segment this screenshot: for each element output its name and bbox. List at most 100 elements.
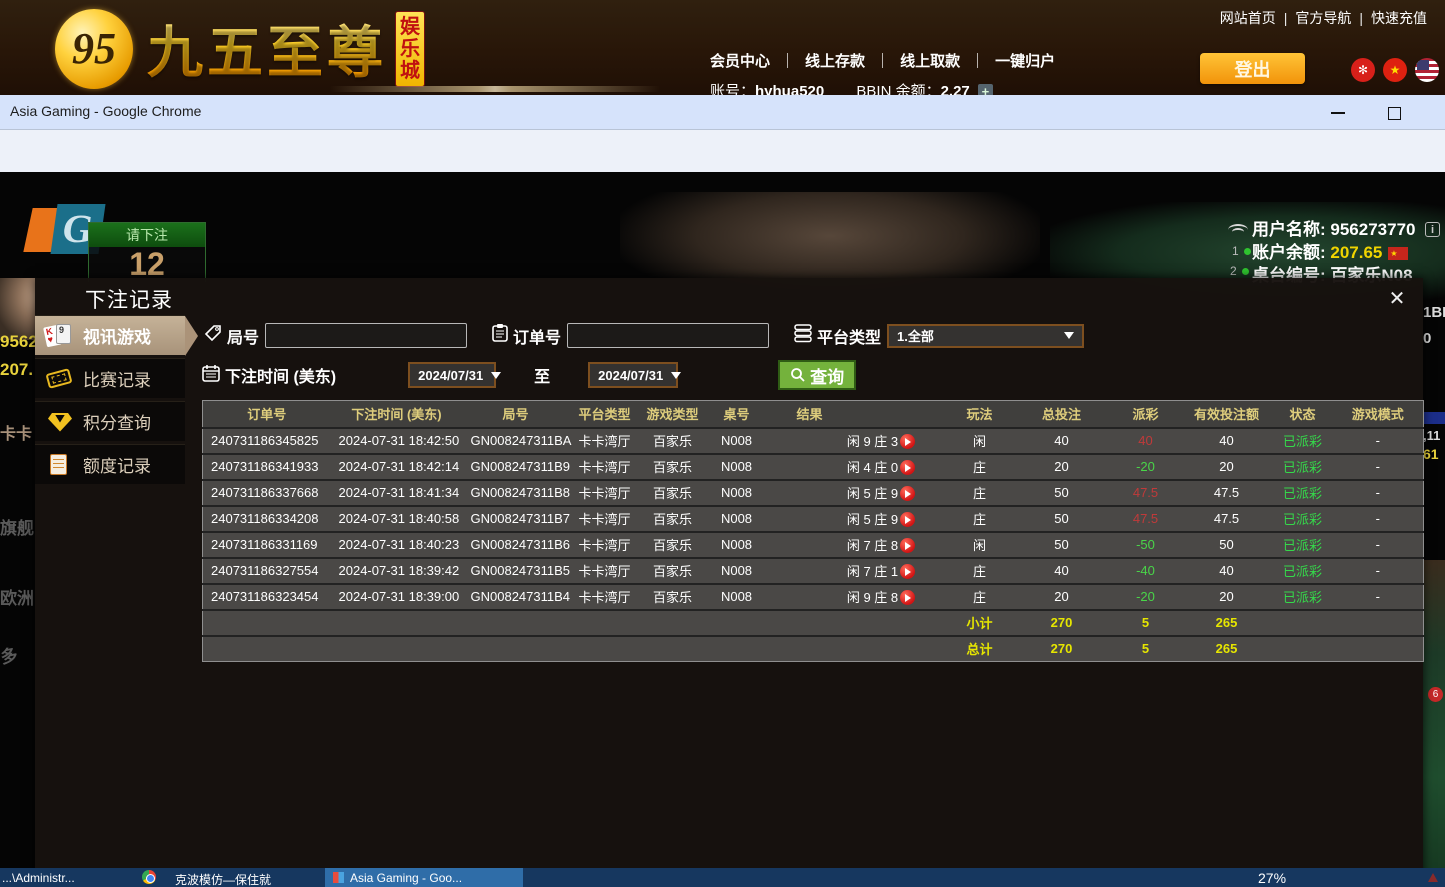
col-round: 局号 bbox=[463, 401, 569, 428]
cell-valid-bet: 47.5 bbox=[1181, 480, 1273, 506]
search-button[interactable]: 查询 bbox=[778, 360, 856, 390]
peek-text: ,11 bbox=[1423, 428, 1445, 443]
tab-quota-records[interactable]: 额度记录 bbox=[35, 444, 185, 484]
col-play: 玩法 bbox=[947, 401, 1013, 428]
subtotal-valid-bet: 265 bbox=[1181, 610, 1273, 636]
window-title: Asia Gaming - Google Chrome bbox=[10, 103, 201, 119]
table-body: 240731186345825 2024-07-31 18:42:50 GN00… bbox=[203, 428, 1424, 610]
cell-game: 百家乐 bbox=[641, 480, 705, 506]
us-flag-icon[interactable] bbox=[1415, 58, 1439, 82]
cell-round: GN008247311B8 bbox=[463, 480, 569, 506]
cell-result: 闲 5 庄 9 bbox=[769, 480, 947, 506]
tag-icon bbox=[203, 323, 223, 348]
screen: 95 九五至尊 娱乐城 网站首页|官方导航|快速充值 会员中心｜线上存款｜线上取… bbox=[0, 0, 1445, 887]
peek-table-felt bbox=[1423, 560, 1445, 870]
divider: | bbox=[1359, 10, 1363, 26]
taskbar-item[interactable]: 克波模仿—保住就 bbox=[175, 871, 271, 887]
cell-game: 百家乐 bbox=[641, 506, 705, 532]
link-withdraw[interactable]: 线上取款 bbox=[900, 53, 960, 70]
replay-play-icon[interactable] bbox=[900, 538, 915, 553]
cell-mode: - bbox=[1333, 532, 1424, 558]
maximize-button[interactable] bbox=[1374, 101, 1414, 125]
logout-button[interactable]: 登出 bbox=[1200, 53, 1305, 84]
date-from-select[interactable]: 2024/07/31 bbox=[408, 362, 496, 388]
table-row[interactable]: 240731186334208 2024-07-31 18:40:58 GN00… bbox=[203, 506, 1424, 532]
cell-order: 240731186331169 bbox=[203, 532, 331, 558]
taskbar-item-active[interactable]: Asia Gaming - Goo... bbox=[325, 868, 523, 887]
filter-panel: 局号 订单号 平台类型 1.全部 下注时间 (美东) bbox=[185, 315, 1423, 400]
chrome-titlebar[interactable]: Asia Gaming - Google Chrome bbox=[0, 95, 1445, 130]
link-site-home[interactable]: 网站首页 bbox=[1220, 10, 1276, 26]
table-row[interactable]: 240731186341933 2024-07-31 18:42:14 GN00… bbox=[203, 454, 1424, 480]
link-one-key-transfer[interactable]: 一键归户 bbox=[995, 53, 1055, 70]
cell-game: 百家乐 bbox=[641, 584, 705, 610]
col-result: 结果 bbox=[769, 401, 947, 428]
cell-play: 庄 bbox=[947, 480, 1013, 506]
cell-mode: - bbox=[1333, 480, 1424, 506]
tab-video-games[interactable]: K9 视讯游戏 bbox=[35, 315, 185, 355]
replay-play-icon[interactable] bbox=[900, 512, 915, 527]
chrome-urlbar[interactable]: s gci.a9bb1n.com/agingame/pcv1/index.jsp… bbox=[0, 130, 1445, 172]
cn-flag-icon[interactable]: ★ bbox=[1383, 58, 1407, 82]
platform-type-label: 平台类型 bbox=[817, 324, 881, 348]
cell-game: 百家乐 bbox=[641, 558, 705, 584]
background-avatar-photo bbox=[0, 278, 35, 340]
chevron-down-icon bbox=[671, 372, 681, 379]
link-deposit[interactable]: 线上存款 bbox=[805, 53, 865, 70]
diamond-icon bbox=[45, 409, 75, 435]
replay-play-icon[interactable] bbox=[900, 590, 915, 605]
link-quick-recharge[interactable]: 快速充值 bbox=[1371, 10, 1427, 26]
platform-type-value: 1.全部 bbox=[897, 326, 934, 345]
chrome-taskbar-icon[interactable] bbox=[142, 870, 156, 884]
table-row[interactable]: 240731186345825 2024-07-31 18:42:50 GN00… bbox=[203, 428, 1424, 454]
col-payout: 派彩 bbox=[1111, 401, 1181, 428]
balance-label: BBIN 余额： bbox=[856, 83, 940, 95]
cell-order: 240731186337668 bbox=[203, 480, 331, 506]
cell-status: 已派彩 bbox=[1273, 480, 1333, 506]
replay-play-icon[interactable] bbox=[900, 434, 915, 449]
cell-status: 已派彩 bbox=[1273, 506, 1333, 532]
bet-time-label: 下注时间 (美东) bbox=[225, 363, 336, 387]
table-row[interactable]: 240731186323454 2024-07-31 18:39:00 GN00… bbox=[203, 584, 1424, 610]
col-valid-bet: 有效投注额 bbox=[1181, 401, 1273, 428]
account-row: 账号：hyhua520 BBIN 余额：2.27 + bbox=[710, 80, 993, 95]
replay-play-icon[interactable] bbox=[900, 564, 915, 579]
link-official-nav[interactable]: 官方导航 bbox=[1295, 10, 1351, 26]
cell-table-no: N008 bbox=[705, 454, 769, 480]
logo-95-emblem-icon: 95 bbox=[55, 9, 133, 89]
tray-icon[interactable] bbox=[1428, 873, 1438, 882]
platform-type-select[interactable]: 1.全部 bbox=[887, 324, 1084, 348]
replay-play-icon[interactable] bbox=[900, 460, 915, 475]
table-row[interactable]: 240731186327554 2024-07-31 18:39:42 GN00… bbox=[203, 558, 1424, 584]
round-number-input[interactable] bbox=[265, 323, 467, 348]
cell-round: GN008247311BA bbox=[463, 428, 569, 454]
cell-table-no: N008 bbox=[705, 558, 769, 584]
refresh-balance-icon[interactable]: + bbox=[978, 84, 993, 95]
replay-play-icon[interactable] bbox=[900, 486, 915, 501]
close-icon[interactable]: ✕ bbox=[1385, 288, 1409, 312]
peek-text: 卡卡 bbox=[0, 420, 35, 444]
peek-chip: 6 bbox=[1428, 687, 1443, 702]
hk-flag-icon[interactable]: ✻ bbox=[1351, 58, 1375, 82]
to-label: 至 bbox=[534, 363, 550, 387]
info-icon[interactable]: i bbox=[1425, 222, 1440, 237]
cell-platform: 卡卡湾厅 bbox=[569, 506, 641, 532]
table-row[interactable]: 240731186331169 2024-07-31 18:40:23 GN00… bbox=[203, 532, 1424, 558]
table-row[interactable]: 240731186337668 2024-07-31 18:41:34 GN00… bbox=[203, 480, 1424, 506]
date-to-select[interactable]: 2024/07/31 bbox=[588, 362, 678, 388]
cell-total-bet: 20 bbox=[1013, 454, 1111, 480]
cell-round: GN008247311B7 bbox=[463, 506, 569, 532]
peek-bar bbox=[1423, 412, 1445, 424]
divider: ｜ bbox=[780, 53, 795, 70]
tab-match-records[interactable]: 比赛记录 bbox=[35, 358, 185, 398]
site-logo[interactable]: 95 九五至尊 娱乐城 bbox=[55, 8, 425, 89]
grand-total-valid-bet: 265 bbox=[1181, 636, 1273, 662]
order-number-input[interactable] bbox=[567, 323, 769, 348]
tab-points-query[interactable]: 积分查询 bbox=[35, 401, 185, 441]
cell-order: 240731186327554 bbox=[203, 558, 331, 584]
account-label: 账号： bbox=[710, 83, 755, 95]
cell-platform: 卡卡湾厅 bbox=[569, 428, 641, 454]
link-member-center[interactable]: 会员中心 bbox=[710, 53, 770, 70]
minimize-button[interactable] bbox=[1318, 101, 1358, 125]
cell-mode: - bbox=[1333, 558, 1424, 584]
